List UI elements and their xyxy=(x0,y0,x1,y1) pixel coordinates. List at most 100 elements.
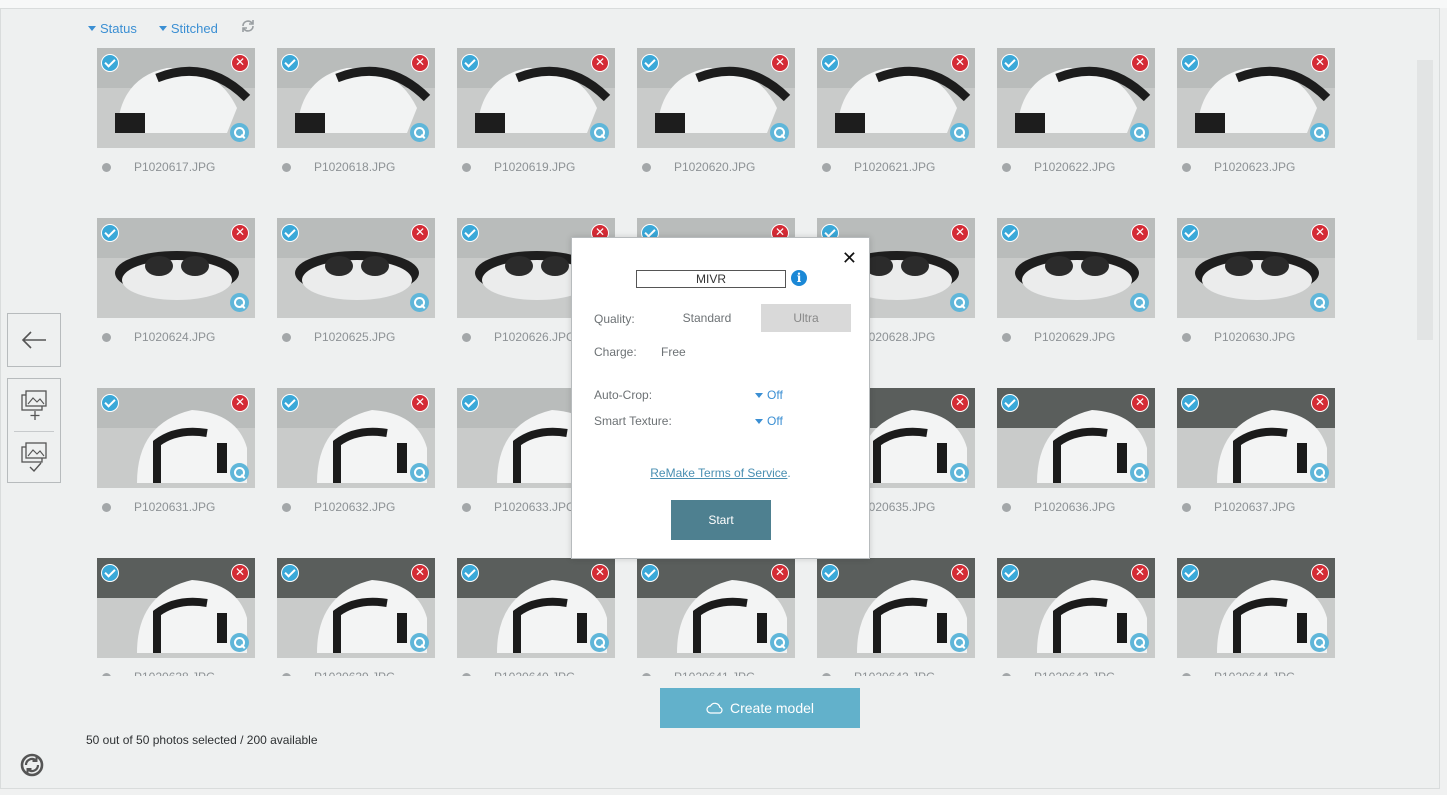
photo-thumbnail[interactable]: ✕ xyxy=(997,218,1155,318)
remove-icon[interactable]: ✕ xyxy=(951,224,969,242)
photo-card[interactable]: ✕ P1020620.JPG xyxy=(637,48,795,188)
remove-icon[interactable]: ✕ xyxy=(231,224,249,242)
zoom-icon[interactable] xyxy=(950,633,969,652)
photo-card[interactable]: ✕ P1020641.JPG xyxy=(637,558,795,676)
remove-icon[interactable]: ✕ xyxy=(771,564,789,582)
remove-icon[interactable]: ✕ xyxy=(951,564,969,582)
photo-card[interactable]: ✕ P1020642.JPG xyxy=(817,558,975,676)
zoom-icon[interactable] xyxy=(1310,123,1329,142)
check-icon[interactable] xyxy=(461,54,479,72)
photo-thumbnail[interactable]: ✕ xyxy=(457,48,615,148)
check-icon[interactable] xyxy=(461,394,479,412)
check-icon[interactable] xyxy=(1181,54,1199,72)
check-icon[interactable] xyxy=(1181,224,1199,242)
quality-option-standard[interactable]: Standard xyxy=(662,304,752,332)
model-name-input[interactable] xyxy=(636,270,786,288)
start-button[interactable]: Start xyxy=(671,500,771,540)
photo-card[interactable]: ✕ P1020640.JPG xyxy=(457,558,615,676)
check-icon[interactable] xyxy=(1001,564,1019,582)
photo-card[interactable]: ✕ P1020621.JPG xyxy=(817,48,975,188)
back-button[interactable] xyxy=(7,313,61,367)
photo-thumbnail[interactable]: ✕ xyxy=(1177,558,1335,658)
select-photos-icon[interactable] xyxy=(20,441,50,473)
remove-icon[interactable]: ✕ xyxy=(231,54,249,72)
zoom-icon[interactable] xyxy=(770,633,789,652)
zoom-icon[interactable] xyxy=(230,123,249,142)
remove-icon[interactable]: ✕ xyxy=(411,54,429,72)
check-icon[interactable] xyxy=(1181,564,1199,582)
zoom-icon[interactable] xyxy=(410,463,429,482)
check-icon[interactable] xyxy=(641,54,659,72)
photo-card[interactable]: ✕ P1020622.JPG xyxy=(997,48,1155,188)
stitched-filter[interactable]: Stitched xyxy=(158,21,218,36)
zoom-icon[interactable] xyxy=(230,293,249,312)
check-icon[interactable] xyxy=(101,564,119,582)
check-icon[interactable] xyxy=(1001,54,1019,72)
zoom-icon[interactable] xyxy=(950,293,969,312)
check-icon[interactable] xyxy=(461,564,479,582)
check-icon[interactable] xyxy=(281,54,299,72)
photo-thumbnail[interactable]: ✕ xyxy=(277,388,435,488)
photo-thumbnail[interactable]: ✕ xyxy=(1177,218,1335,318)
zoom-icon[interactable] xyxy=(770,123,789,142)
zoom-icon[interactable] xyxy=(1310,463,1329,482)
close-icon[interactable]: ✕ xyxy=(842,248,857,269)
photo-thumbnail[interactable]: ✕ xyxy=(97,218,255,318)
autocrop-dropdown[interactable]: Off xyxy=(755,388,783,402)
remove-icon[interactable]: ✕ xyxy=(411,224,429,242)
zoom-icon[interactable] xyxy=(1130,293,1149,312)
photo-card[interactable]: ✕ P1020619.JPG xyxy=(457,48,615,188)
check-icon[interactable] xyxy=(1181,394,1199,412)
refresh-icon[interactable] xyxy=(240,18,256,39)
photo-thumbnail[interactable]: ✕ xyxy=(997,388,1155,488)
remove-icon[interactable]: ✕ xyxy=(231,394,249,412)
check-icon[interactable] xyxy=(821,564,839,582)
add-photos-icon[interactable] xyxy=(20,389,50,421)
zoom-icon[interactable] xyxy=(950,463,969,482)
check-icon[interactable] xyxy=(281,564,299,582)
zoom-icon[interactable] xyxy=(1130,123,1149,142)
remove-icon[interactable]: ✕ xyxy=(1311,224,1329,242)
photo-thumbnail[interactable]: ✕ xyxy=(817,558,975,658)
photo-card[interactable]: ✕ P1020624.JPG xyxy=(97,218,255,358)
zoom-icon[interactable] xyxy=(1130,633,1149,652)
zoom-icon[interactable] xyxy=(1310,293,1329,312)
photo-card[interactable]: ✕ P1020632.JPG xyxy=(277,388,435,528)
zoom-icon[interactable] xyxy=(410,633,429,652)
photo-thumbnail[interactable]: ✕ xyxy=(277,48,435,148)
check-icon[interactable] xyxy=(821,54,839,72)
photo-card[interactable]: ✕ P1020631.JPG xyxy=(97,388,255,528)
photo-thumbnail[interactable]: ✕ xyxy=(997,558,1155,658)
remove-icon[interactable]: ✕ xyxy=(231,564,249,582)
photo-card[interactable]: ✕ P1020625.JPG xyxy=(277,218,435,358)
photo-thumbnail[interactable]: ✕ xyxy=(457,558,615,658)
photo-card[interactable]: ✕ P1020636.JPG xyxy=(997,388,1155,528)
remove-icon[interactable]: ✕ xyxy=(1131,564,1149,582)
photo-thumbnail[interactable]: ✕ xyxy=(277,218,435,318)
photo-thumbnail[interactable]: ✕ xyxy=(97,48,255,148)
photo-card[interactable]: ✕ P1020630.JPG xyxy=(1177,218,1335,358)
photo-thumbnail[interactable]: ✕ xyxy=(1177,48,1335,148)
zoom-icon[interactable] xyxy=(230,633,249,652)
zoom-icon[interactable] xyxy=(1310,633,1329,652)
remove-icon[interactable]: ✕ xyxy=(951,394,969,412)
smart-texture-dropdown[interactable]: Off xyxy=(755,414,783,428)
scrollbar[interactable] xyxy=(1417,60,1433,340)
zoom-icon[interactable] xyxy=(590,123,609,142)
terms-link[interactable]: ReMake Terms of Service xyxy=(650,466,787,480)
check-icon[interactable] xyxy=(281,224,299,242)
photo-thumbnail[interactable]: ✕ xyxy=(97,558,255,658)
zoom-icon[interactable] xyxy=(590,633,609,652)
photo-thumbnail[interactable]: ✕ xyxy=(637,558,795,658)
quality-option-ultra[interactable]: Ultra xyxy=(761,304,851,332)
photo-card[interactable]: ✕ P1020617.JPG xyxy=(97,48,255,188)
photo-card[interactable]: ✕ P1020637.JPG xyxy=(1177,388,1335,528)
remove-icon[interactable]: ✕ xyxy=(1311,564,1329,582)
create-model-button[interactable]: Create model xyxy=(660,688,860,728)
check-icon[interactable] xyxy=(101,394,119,412)
remove-icon[interactable]: ✕ xyxy=(591,54,609,72)
photo-thumbnail[interactable]: ✕ xyxy=(817,48,975,148)
remove-icon[interactable]: ✕ xyxy=(1311,54,1329,72)
photo-thumbnail[interactable]: ✕ xyxy=(97,388,255,488)
zoom-icon[interactable] xyxy=(410,293,429,312)
